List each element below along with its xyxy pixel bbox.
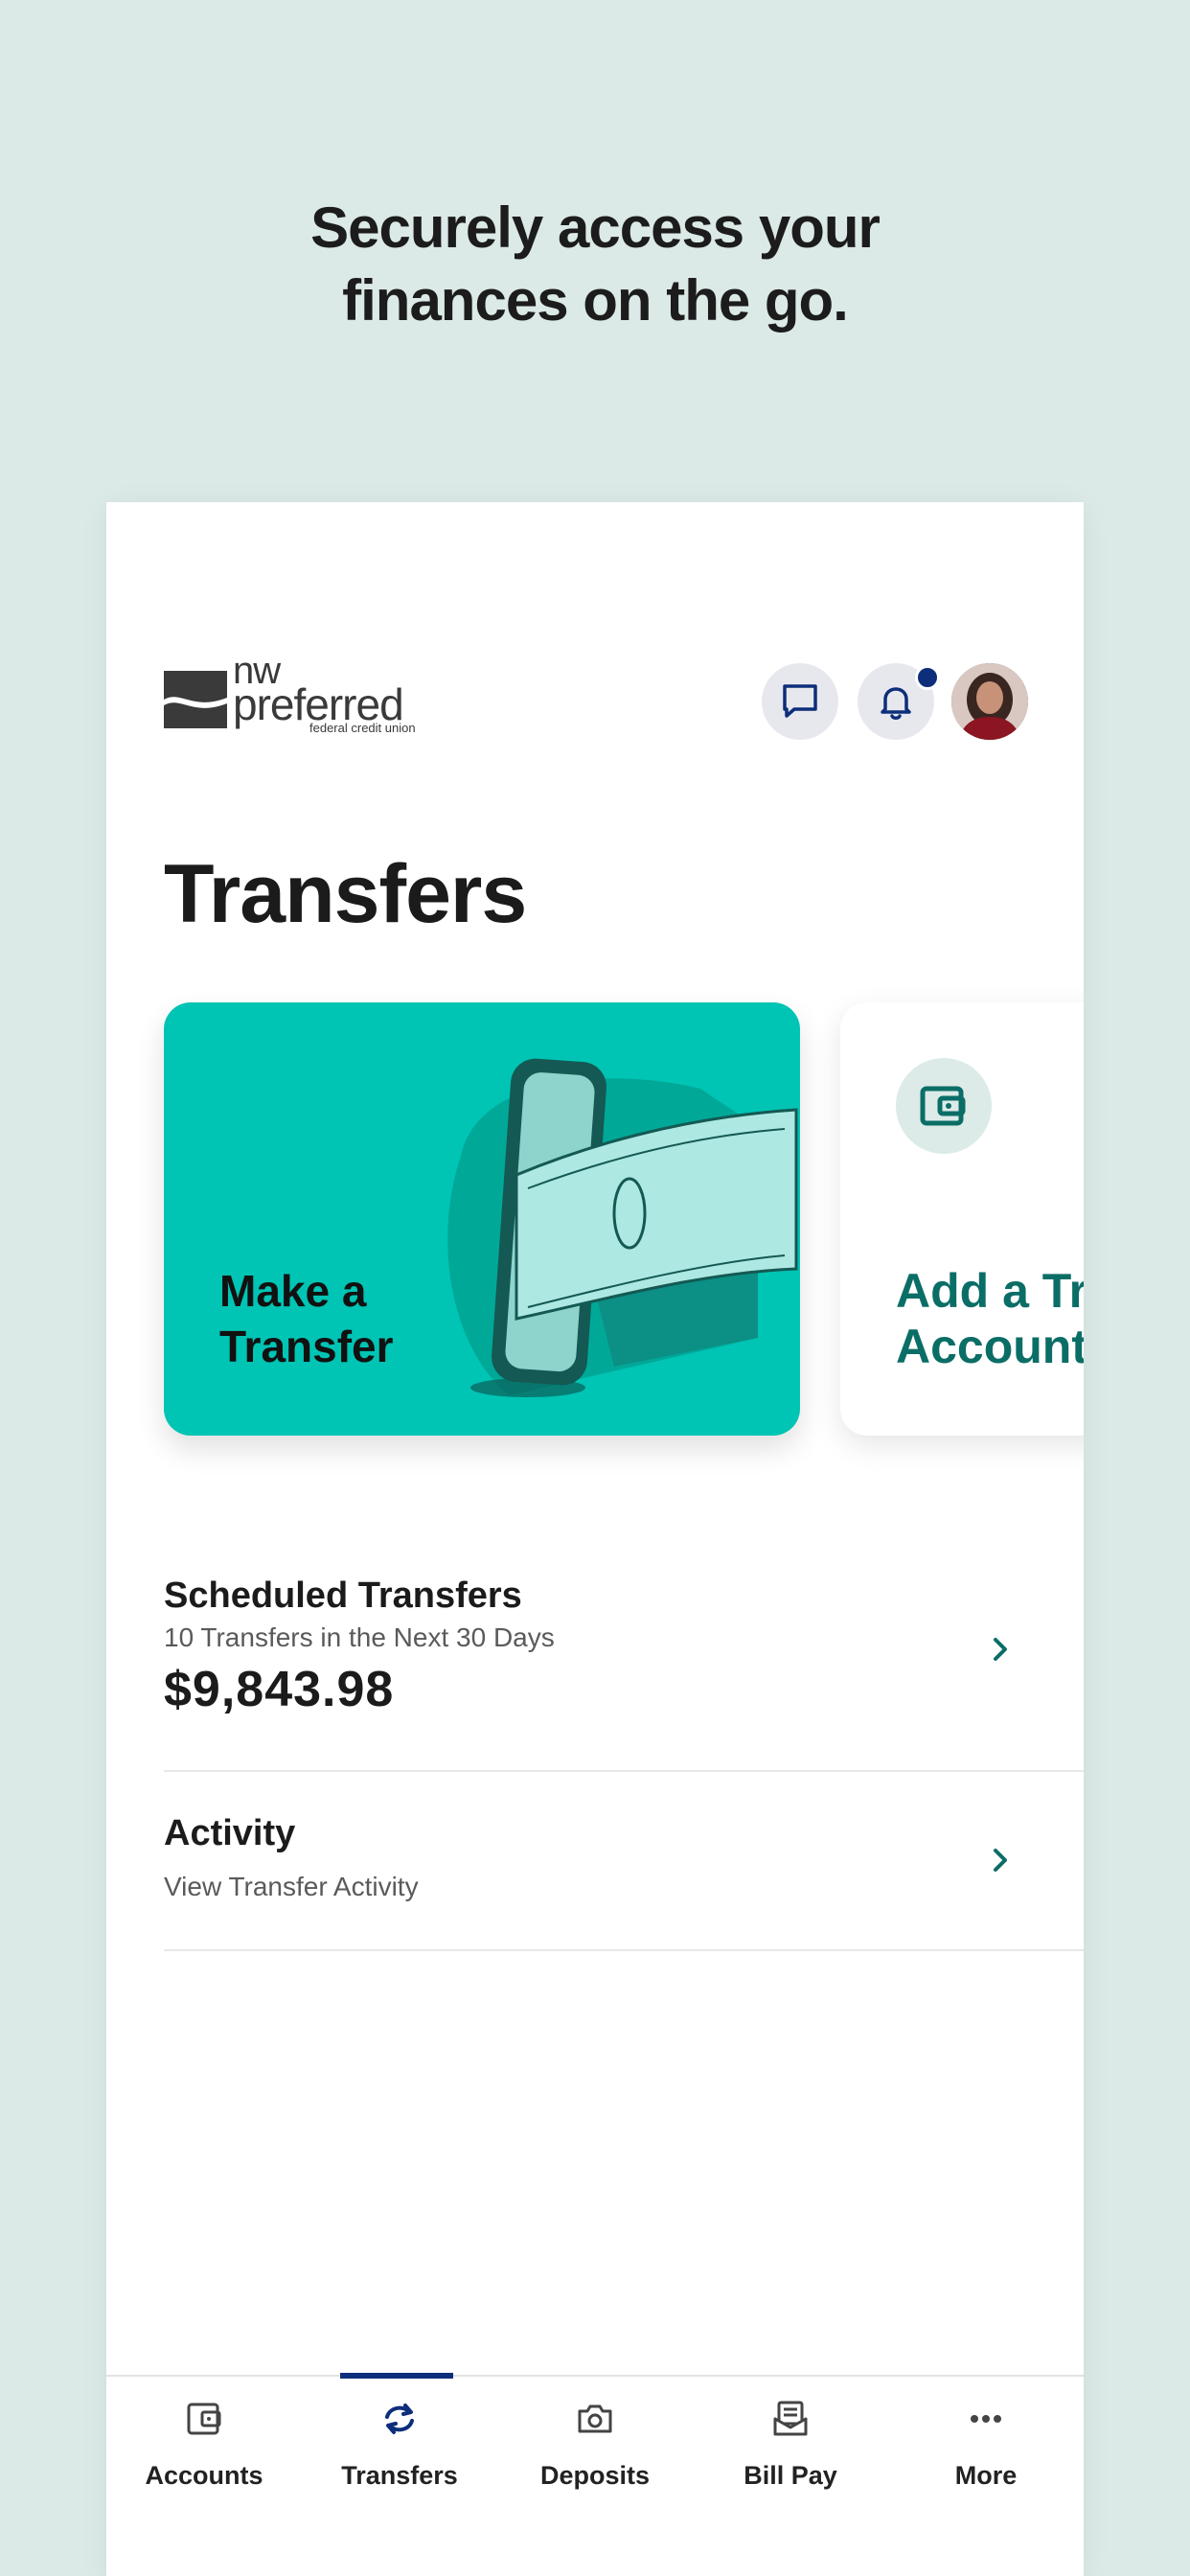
active-tab-indicator xyxy=(340,2373,453,2379)
logo-mark-icon xyxy=(164,671,227,728)
avatar[interactable] xyxy=(951,663,1028,740)
add-transfer-account-label: Add a Transfer Account xyxy=(896,1263,1084,1374)
nw-preferred-logo: nw preferred federal credit union xyxy=(164,650,423,735)
bill-icon xyxy=(773,2401,808,2436)
camera-icon xyxy=(578,2404,612,2433)
page-title: Transfers xyxy=(164,848,527,940)
scheduled-transfers-row[interactable]: Scheduled Transfers 10 Transfers in the … xyxy=(164,1576,1084,1758)
tab-transfers[interactable]: Transfers xyxy=(302,2373,497,2576)
tab-bill-pay[interactable]: Bill Pay xyxy=(693,2377,888,2576)
tab-more-label: More xyxy=(954,2461,1018,2490)
tab-transfers-label: Transfers xyxy=(341,2461,458,2490)
promo-headline: Securely access your finances on the go. xyxy=(0,192,1190,337)
wallet-icon xyxy=(187,2403,221,2435)
activity-title: Activity xyxy=(164,1813,296,1853)
add-account-line1: Add a Transfer xyxy=(896,1264,1084,1318)
promo-headline-line1: Securely access your xyxy=(310,196,881,260)
activity-subtitle: View Transfer Activity xyxy=(164,1872,419,1901)
notification-badge xyxy=(915,665,940,690)
tab-accounts-label: Accounts xyxy=(145,2461,263,2490)
transfer-arrows-icon xyxy=(385,2404,414,2434)
scheduled-transfers-title: Scheduled Transfers xyxy=(164,1576,522,1616)
scheduled-transfers-subtitle: 10 Transfers in the Next 30 Days xyxy=(164,1622,555,1652)
add-account-line2: Account xyxy=(896,1320,1084,1373)
messages-button[interactable] xyxy=(762,663,838,740)
promo-headline-line2: finances on the go. xyxy=(342,268,849,333)
make-transfer-line1: Make a xyxy=(219,1266,367,1316)
logo-subtitle: federal credit union xyxy=(309,721,416,735)
bell-icon xyxy=(881,687,911,720)
chevron-right-icon xyxy=(994,1638,1007,1661)
phone-screen: nw preferred federal credit union Transf… xyxy=(106,502,1084,2576)
bottom-tab-bar: Accounts Transfers Deposits Bill Pay Mor… xyxy=(106,2373,1084,2576)
chevron-right-icon xyxy=(994,1849,1007,1872)
divider xyxy=(164,1949,1084,1951)
make-transfer-card[interactable]: Make a Transfer xyxy=(164,1002,800,1436)
activity-row[interactable]: Activity View Transfer Activity xyxy=(164,1813,1084,1938)
scheduled-transfers-amount: $9,843.98 xyxy=(164,1662,395,1717)
tab-accounts[interactable]: Accounts xyxy=(106,2377,302,2576)
make-transfer-line2: Transfer xyxy=(219,1322,394,1371)
more-dots-icon xyxy=(971,2415,1001,2423)
tab-bill-pay-label: Bill Pay xyxy=(744,2461,837,2490)
make-transfer-label: Make a Transfer xyxy=(219,1263,394,1374)
tab-deposits-label: Deposits xyxy=(539,2461,651,2490)
add-transfer-account-card[interactable]: Add a Transfer Account xyxy=(840,1002,1084,1436)
tab-deposits[interactable]: Deposits xyxy=(497,2377,693,2576)
wallet-icon xyxy=(896,1058,992,1154)
tab-more[interactable]: More xyxy=(888,2377,1084,2576)
divider xyxy=(164,1770,1084,1772)
chat-icon xyxy=(783,684,817,718)
